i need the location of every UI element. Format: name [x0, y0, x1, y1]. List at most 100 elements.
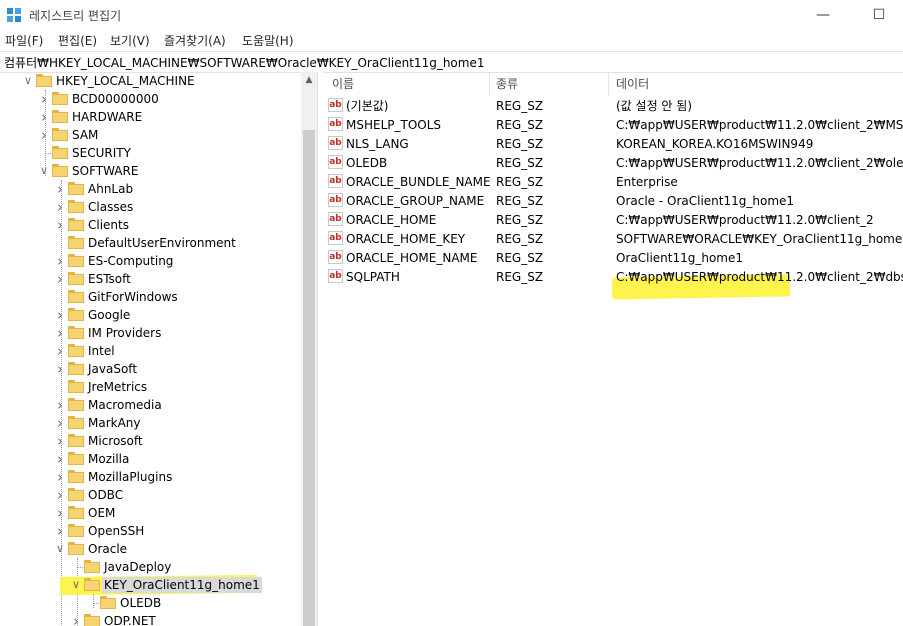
value-row[interactable]: ab (기본값) REG_SZ (값 설정 안 됨) — [324, 96, 903, 115]
chevron-right-icon[interactable]: › — [54, 433, 66, 449]
chevron-right-icon[interactable]: › — [54, 217, 66, 233]
chevron-right-icon[interactable]: › — [54, 415, 66, 431]
value-data: C:₩app₩USER₩product₩11.2.0₩client_2₩oled… — [616, 156, 903, 170]
column-header-type[interactable]: 종류 — [496, 72, 518, 96]
menu-file[interactable]: 파일(F) — [5, 32, 43, 49]
tree-node-label: ES-Computing — [88, 254, 174, 268]
maximize-button[interactable]: ☐ — [856, 0, 902, 30]
address-bar[interactable]: 컴퓨터₩HKEY_LOCAL_MACHINE₩SOFTWARE₩Oracle₩K… — [0, 51, 903, 73]
chevron-right-icon[interactable]: › — [54, 325, 66, 341]
value-row[interactable]: ab OLEDB REG_SZ C:₩app₩USER₩product₩11.2.0₩… — [324, 153, 903, 172]
value-row[interactable]: ab ORACLE_HOME REG_SZ C:₩app₩USER₩product₩1… — [324, 210, 903, 229]
folder-icon — [68, 254, 84, 267]
string-value-icon: ab — [328, 212, 343, 226]
value-name: ORACLE_HOME — [346, 213, 437, 227]
scroll-thumb[interactable] — [303, 130, 315, 626]
tree-node-label: SECURITY — [72, 146, 131, 160]
value-name: ORACLE_BUNDLE_NAME — [346, 175, 491, 189]
chevron-right-icon[interactable]: › — [54, 361, 66, 377]
tree-node-label: SOFTWARE — [72, 164, 139, 178]
tree-node-label: ESTsoft — [88, 272, 131, 286]
value-row[interactable]: ab ORACLE_HOME_NAME REG_SZ OraClient11g_hom… — [324, 248, 903, 267]
tree-node-label: DefaultUserEnvironment — [88, 236, 236, 250]
string-value-icon: ab — [328, 98, 343, 112]
value-data: SOFTWARE₩ORACLE₩KEY_OraClient11g_home1 — [616, 232, 903, 246]
column-header-data[interactable]: 데이터 — [616, 72, 649, 96]
chevron-right-icon[interactable]: › — [70, 613, 82, 626]
window-title: 레지스트리 편집기 — [29, 9, 122, 23]
column-divider[interactable] — [608, 72, 609, 96]
chevron-right-icon[interactable]: › — [54, 343, 66, 359]
chevron-right-icon[interactable]: › — [54, 253, 66, 269]
menu-view[interactable]: 보기(V) — [110, 32, 150, 49]
value-row[interactable]: ab SQLPATH REG_SZ C:₩app₩USER₩product₩11.2.… — [324, 267, 903, 286]
chevron-right-icon[interactable]: › — [54, 181, 66, 197]
regedit-icon — [7, 8, 21, 22]
folder-icon — [52, 128, 68, 141]
string-value-icon: ab — [328, 155, 343, 169]
folder-icon — [68, 470, 84, 483]
menu-help[interactable]: 도움말(H) — [242, 32, 294, 49]
value-row[interactable]: ab ORACLE_BUNDLE_NAME REG_SZ Enterprise — [324, 172, 903, 191]
chevron-right-icon[interactable]: › — [54, 469, 66, 485]
folder-icon — [68, 398, 84, 411]
folder-icon — [68, 272, 84, 285]
column-divider[interactable] — [489, 72, 490, 96]
tree-node-label: OLEDB — [120, 596, 162, 610]
tree-node-label: Oracle — [88, 542, 128, 556]
tree-node-label: SAM — [72, 128, 99, 142]
chevron-right-icon[interactable]: › — [54, 523, 66, 539]
value-data: C:₩app₩USER₩product₩11.2.0₩client_2₩MSHE… — [616, 118, 903, 132]
tree-node-label: MarkAny — [88, 416, 141, 430]
value-row[interactable]: ab MSHELP_TOOLS REG_SZ C:₩app₩USER₩product₩… — [324, 115, 903, 134]
tree-node-label: JavaSoft — [88, 362, 138, 376]
chevron-right-icon[interactable]: › — [54, 505, 66, 521]
registry-tree: ∨ HKEY_LOCAL_MACHINE › BCD00000000 › HARDWARE… — [0, 72, 301, 626]
column-header-name[interactable]: 이름 — [332, 72, 354, 96]
string-value-icon: ab — [328, 117, 343, 131]
pane-splitter[interactable] — [317, 72, 324, 626]
tree-node-label: OpenSSH — [88, 524, 145, 538]
title-bar: 레지스트리 편집기 — ☐ — [0, 0, 903, 30]
tree-node-label: Macromedia — [88, 398, 162, 412]
chevron-right-icon[interactable]: › — [38, 127, 50, 143]
value-name: (기본값) — [346, 99, 389, 113]
string-value-icon: ab — [328, 136, 343, 150]
folder-icon — [68, 182, 84, 195]
value-row[interactable]: ab ORACLE_GROUP_NAME REG_SZ Oracle - OraCli… — [324, 191, 903, 210]
minimize-button[interactable]: — — [800, 0, 846, 30]
chevron-right-icon[interactable]: › — [54, 487, 66, 503]
value-row[interactable]: ab NLS_LANG REG_SZ KOREAN_KOREA.KO16MSWIN94… — [324, 134, 903, 153]
chevron-right-icon[interactable]: › — [54, 451, 66, 467]
string-value-icon: ab — [328, 250, 343, 264]
chevron-right-icon[interactable]: › — [38, 91, 50, 107]
chevron-right-icon[interactable]: › — [54, 199, 66, 215]
chevron-down-icon[interactable]: ∨ — [22, 73, 34, 89]
menu-favorites[interactable]: 즐겨찾기(A) — [164, 32, 226, 49]
folder-icon — [68, 380, 84, 393]
string-value-icon: ab — [328, 174, 343, 188]
chevron-right-icon[interactable]: › — [54, 271, 66, 287]
chevron-right-icon[interactable]: › — [54, 307, 66, 323]
chevron-down-icon[interactable]: ∨ — [38, 163, 50, 179]
chevron-right-icon[interactable]: › — [54, 397, 66, 413]
value-type: REG_SZ — [496, 251, 544, 265]
folder-icon — [68, 416, 84, 429]
value-type: REG_SZ — [496, 194, 544, 208]
folder-icon — [68, 308, 84, 321]
tree-node-label: Mozilla — [88, 452, 130, 466]
menu-bar: 파일(F) 편집(E) 보기(V) 즐겨찾기(A) 도움말(H) — [0, 30, 903, 50]
scroll-up-icon[interactable]: ▲ — [301, 72, 317, 88]
value-row[interactable]: ab ORACLE_HOME_KEY REG_SZ SOFTWARE₩ORACLE₩K… — [324, 229, 903, 248]
chevron-right-icon[interactable]: › — [38, 109, 50, 125]
chevron-down-icon[interactable]: ∨ — [54, 541, 66, 557]
tree-scrollbar[interactable]: ▲ — [301, 72, 317, 626]
value-type: REG_SZ — [496, 175, 544, 189]
menu-edit[interactable]: 편집(E) — [58, 32, 97, 49]
chevron-down-icon[interactable]: ∨ — [70, 577, 82, 593]
tree-node-label: Intel — [88, 344, 115, 358]
tree-node-label: OEM — [88, 506, 116, 520]
value-type: REG_SZ — [496, 99, 544, 113]
